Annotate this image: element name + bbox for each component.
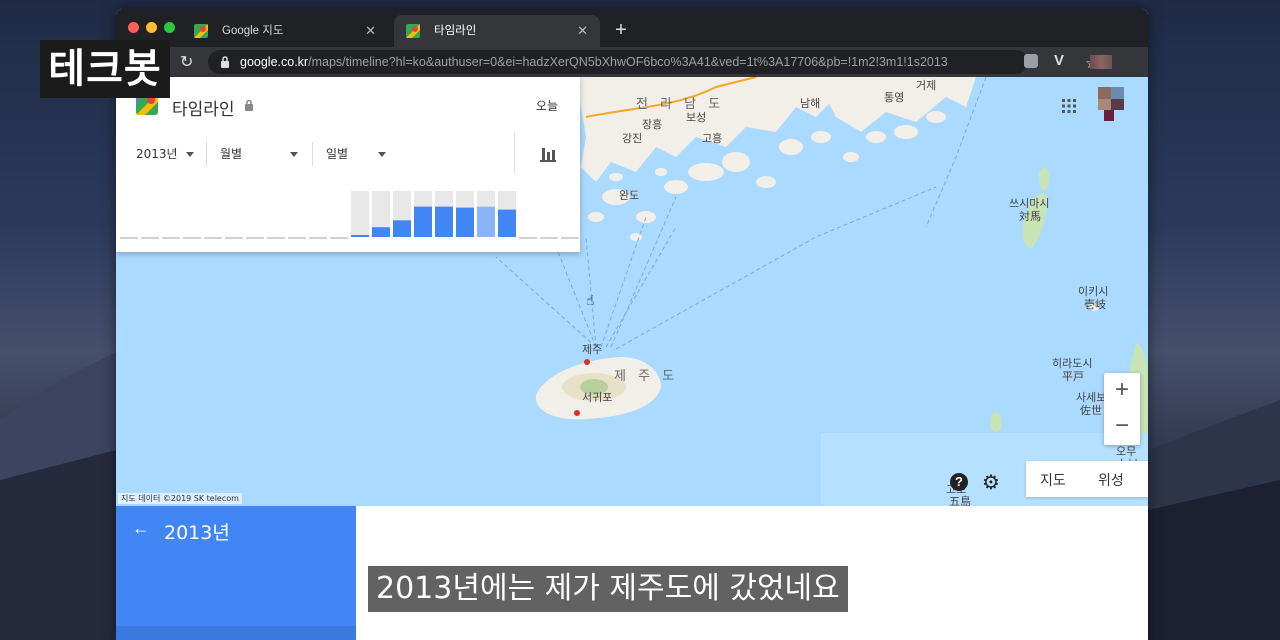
activity-chart: [120, 191, 579, 239]
close-window-button[interactable]: [128, 22, 139, 33]
help-icon[interactable]: ?: [950, 473, 968, 491]
chart-bar-empty: [183, 237, 201, 239]
map-label-city: 남해: [800, 97, 821, 110]
year-heading: 2013년: [164, 522, 230, 544]
day-dropdown[interactable]: 일별: [326, 140, 386, 168]
chart-bar: [351, 235, 369, 237]
back-arrow-icon[interactable]: ←: [132, 518, 150, 539]
chart-bar: [477, 206, 495, 237]
chart-bar-empty: [267, 237, 285, 239]
timeline-card: 타임라인 오늘 2013년 월별 일별: [116, 77, 580, 252]
chart-bar-empty: [162, 237, 180, 239]
channel-logo: 테크봇: [40, 40, 170, 98]
chart-bar-empty: [288, 237, 306, 239]
map-label-city: 서귀포: [582, 391, 613, 404]
address-bar[interactable]: google.co.kr/maps/timeline?hl=ko&authuse…: [208, 50, 1098, 74]
map-label-city: 고흥: [702, 132, 723, 145]
zoom-controls: + −: [1104, 373, 1140, 445]
satellite-view-button[interactable]: 위성: [1098, 470, 1124, 490]
chart-bar-empty: [141, 237, 159, 239]
dropdown-arrow-icon: [378, 152, 386, 157]
chart-bar-background: [351, 191, 369, 237]
chart-bar-empty: [561, 237, 579, 239]
dropdown-arrow-icon: [186, 152, 194, 157]
map-label-city: 통영: [884, 91, 905, 104]
chart-bar-empty: [330, 237, 348, 239]
browser-toolbar: ↻ google.co.kr/maps/timeline?hl=ko&authu…: [116, 47, 1148, 77]
google-maps-icon: [406, 24, 420, 38]
map-label-city: 강진: [622, 132, 643, 145]
maximize-window-button[interactable]: [164, 22, 175, 33]
tab-label: 타임라인: [434, 25, 477, 37]
map-view-button[interactable]: 지도: [1040, 470, 1066, 490]
chart-bar: [498, 209, 516, 237]
chart-bar: [435, 206, 453, 237]
tab-google-maps[interactable]: Google 지도 ✕: [182, 15, 388, 47]
chart-bar-empty: [246, 237, 264, 239]
dropdown-arrow-icon: [290, 152, 298, 157]
chart-bar: [456, 207, 474, 237]
chart-bar-empty: [540, 237, 558, 239]
close-tab-icon[interactable]: ✕: [365, 15, 376, 47]
map-label-city: 보성: [686, 111, 707, 124]
google-maps-icon: [194, 24, 208, 38]
bar-chart-icon: [540, 148, 556, 162]
chart-bar-empty: [120, 237, 138, 239]
account-avatar[interactable]: [1098, 87, 1124, 121]
lock-icon: [221, 56, 229, 68]
year-side-panel: ← 2013년: [116, 506, 356, 640]
year-dropdown[interactable]: 2013년: [136, 140, 194, 168]
chart-bar: [414, 206, 432, 237]
chart-toggle-button[interactable]: [514, 132, 580, 174]
map-label-city: 佐世: [1080, 404, 1102, 417]
browser-window: Google 지도 ✕ 타임라인 ✕ + ↻ google.co.kr/maps…: [116, 9, 1148, 640]
map-label-city: 거제: [916, 79, 937, 92]
month-dropdown[interactable]: 월별: [220, 140, 298, 168]
map-copyright: 지도 데이터 ©2019 SK telecom: [118, 493, 242, 504]
chart-bar-empty: [204, 237, 222, 239]
profile-avatar[interactable]: [1090, 55, 1112, 69]
today-button[interactable]: 오늘: [536, 97, 558, 114]
google-apps-icon[interactable]: [1062, 99, 1076, 113]
video-subtitle: 2013년에는 제가 제주도에 갔었네요: [368, 566, 848, 612]
timeline-title: 타임라인: [172, 100, 235, 120]
vimium-extension-icon[interactable]: V: [1054, 52, 1064, 69]
zoom-out-button[interactable]: −: [1104, 409, 1140, 445]
chart-bar: [393, 220, 411, 237]
map-label-region: 제 주 도: [614, 369, 679, 384]
map-label-city: 제주: [582, 343, 603, 356]
chart-bar-empty: [309, 237, 327, 239]
private-lock-icon: [245, 99, 253, 111]
tab-label: Google 지도: [222, 25, 284, 37]
map-type-toggle: 지도 위성: [1026, 461, 1148, 497]
hand-cursor-icon: ☝: [586, 292, 595, 308]
chart-bar-empty: [519, 237, 537, 239]
tab-timeline[interactable]: 타임라인 ✕: [394, 15, 600, 47]
zoom-in-button[interactable]: +: [1104, 373, 1140, 409]
close-tab-icon[interactable]: ✕: [577, 15, 588, 47]
map-label-region: 전 라 남 도: [636, 97, 725, 112]
gear-icon[interactable]: ⚙: [982, 470, 1000, 495]
tab-bar: Google 지도 ✕ 타임라인 ✕ +: [116, 9, 1148, 47]
map-label-city: 장흥: [642, 118, 663, 131]
reload-icon[interactable]: ↻: [180, 52, 193, 72]
map-label-city: 対馬: [1019, 210, 1041, 223]
map-label-city: 壱岐: [1084, 298, 1106, 311]
url-text: google.co.kr/maps/timeline?hl=ko&authuse…: [240, 55, 948, 69]
map-label-city: 五島: [949, 495, 971, 506]
map-label-city: 완도: [619, 189, 640, 202]
minimize-window-button[interactable]: [146, 22, 157, 33]
chart-bar: [372, 227, 390, 237]
new-tab-button[interactable]: +: [610, 15, 632, 47]
chart-bar-empty: [225, 237, 243, 239]
map-label-city: 平戸: [1062, 370, 1084, 383]
extension-icon[interactable]: [1024, 54, 1038, 68]
